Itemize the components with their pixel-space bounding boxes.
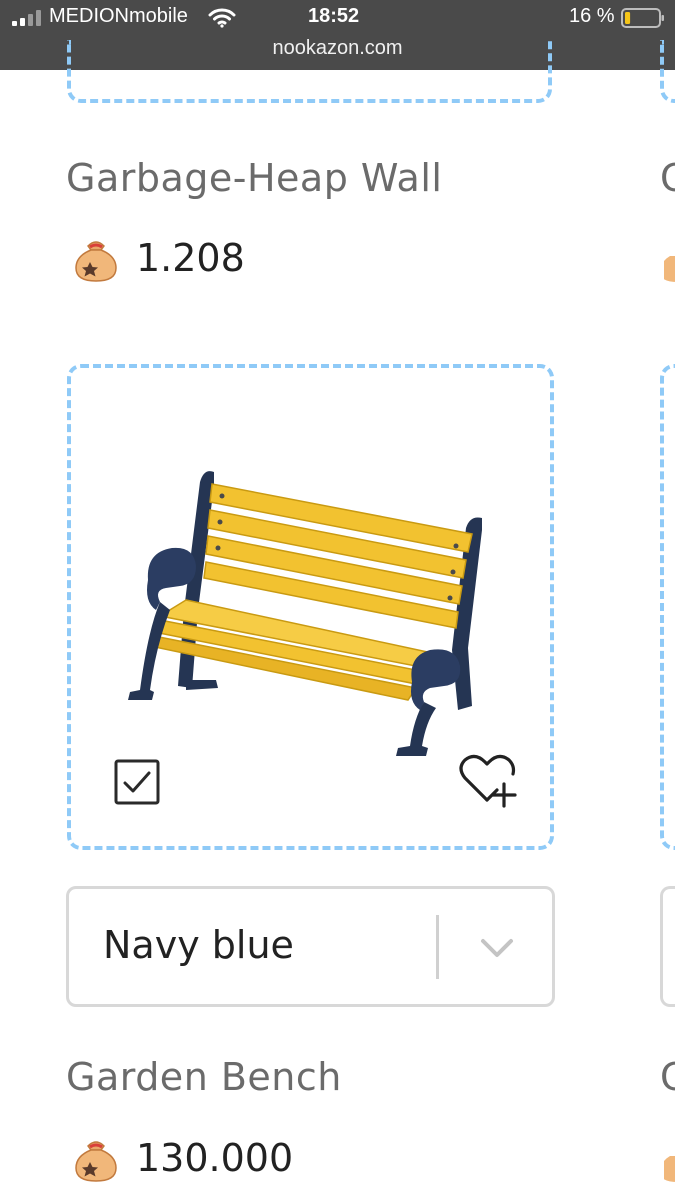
chevron-down-icon[interactable] bbox=[479, 937, 515, 959]
adjacent-item-name[interactable]: C bbox=[660, 1055, 675, 1099]
battery-icon bbox=[621, 8, 664, 28]
select-divider bbox=[436, 915, 439, 979]
adjacent-variant-select[interactable] bbox=[660, 886, 675, 1007]
item-name[interactable]: Garden Bench bbox=[66, 1055, 342, 1099]
carrier-name: MEDIONmobile bbox=[49, 5, 188, 27]
clock: 18:52 bbox=[308, 5, 360, 27]
adjacent-item-image-card[interactable] bbox=[660, 40, 675, 103]
heart-plus-icon[interactable] bbox=[457, 754, 517, 810]
previous-item-image-card[interactable] bbox=[67, 40, 552, 103]
bell-bag-icon bbox=[75, 241, 117, 282]
battery-percentage: 16 % bbox=[569, 5, 615, 27]
adjacent-item-name[interactable]: C bbox=[660, 156, 675, 200]
checkbox-checked-icon[interactable] bbox=[113, 758, 161, 806]
adjacent-item-image-card[interactable] bbox=[660, 364, 675, 850]
wifi-icon bbox=[208, 8, 236, 28]
garden-bench-image bbox=[128, 471, 482, 756]
adjacent-bell-bag-icon bbox=[664, 1156, 675, 1182]
cellular-signal-icon bbox=[12, 10, 41, 26]
item-name[interactable]: Garbage-Heap Wall bbox=[66, 156, 442, 200]
adjacent-bell-bag-icon bbox=[664, 256, 675, 282]
bell-bag-icon bbox=[75, 1141, 117, 1182]
item-image-card[interactable] bbox=[67, 364, 554, 850]
item-price: 130.000 bbox=[70, 1130, 293, 1186]
price-value: 1.208 bbox=[136, 236, 245, 280]
price-value: 130.000 bbox=[136, 1136, 294, 1180]
variant-selected-value: Navy blue bbox=[103, 923, 294, 967]
variant-select[interactable]: Navy blue bbox=[66, 886, 555, 1007]
item-price: 1.208 bbox=[70, 230, 245, 286]
